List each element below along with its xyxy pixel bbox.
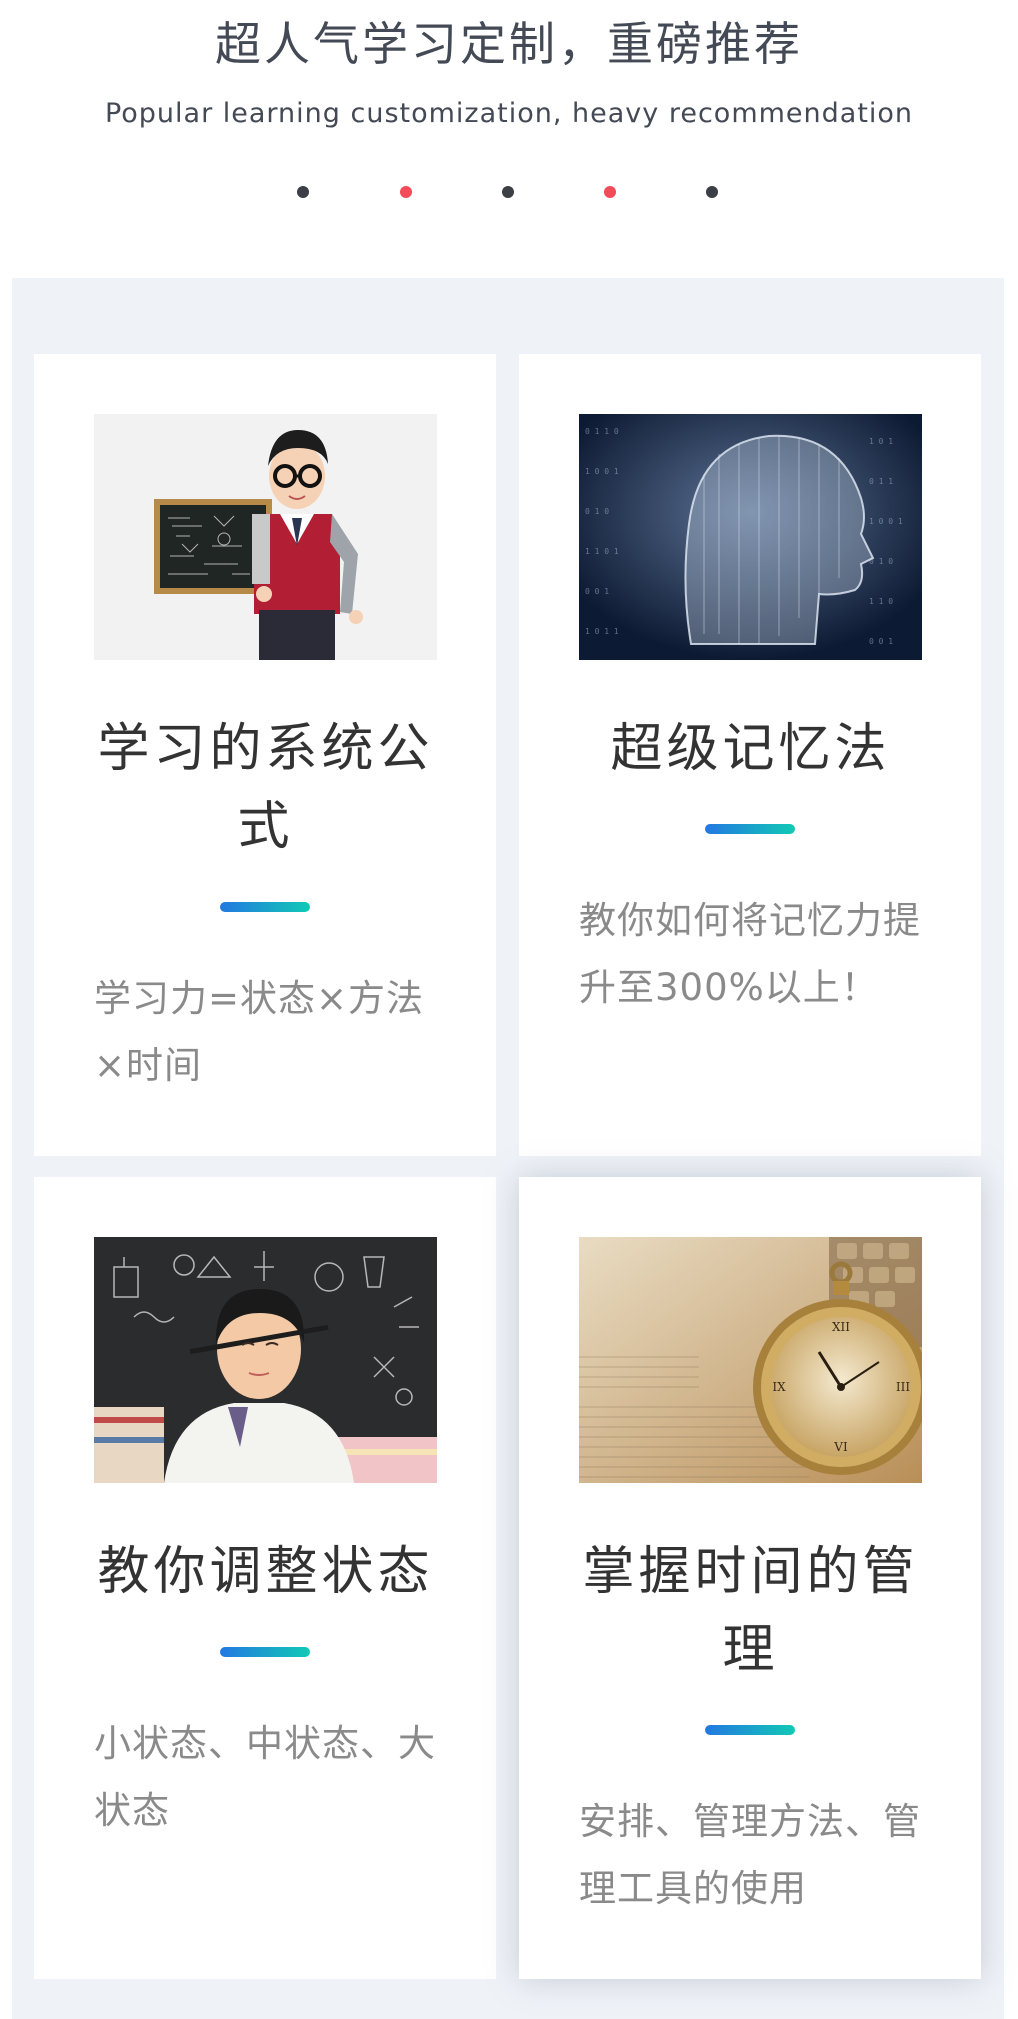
course-image-boy-pencil xyxy=(94,1237,437,1483)
course-image-boy-chalkboard xyxy=(94,414,437,660)
decorative-dots xyxy=(0,186,1018,200)
course-card-adjust-state[interactable]: 教你调整状态 小状态、中状态、大状态 xyxy=(34,1177,496,1979)
svg-text:1 1 0 1: 1 1 0 1 xyxy=(585,547,619,556)
svg-text:1 1 0: 1 1 0 xyxy=(869,597,893,606)
course-grid: 学习的系统公式 学习力=状态×方法×时间 0 1 1 0 1 0 0 1 0 1 0… xyxy=(12,278,1004,2019)
svg-text:VI: VI xyxy=(833,1440,848,1454)
svg-text:0 1 1: 0 1 1 xyxy=(869,477,893,486)
dot-icon xyxy=(502,186,514,198)
course-image-digital-head: 0 1 1 0 1 0 0 1 0 1 0 1 1 0 1 0 0 1 1 0 1 1 … xyxy=(579,414,922,660)
svg-text:0 0 1: 0 0 1 xyxy=(585,587,609,596)
course-image-pocket-watch: XII III VI IX xyxy=(579,1237,922,1483)
section-subtitle: Popular learning customization, heavy re… xyxy=(104,98,914,129)
course-card-time-management[interactable]: XII III VI IX 掌握时间的管理 安排、管理方法、管理工具的使用 xyxy=(519,1177,981,1979)
course-description: 安排、管理方法、管理工具的使用 xyxy=(579,1800,921,1910)
section-title: 超人气学习定制，重磅推荐 xyxy=(215,17,803,71)
dot-icon xyxy=(400,186,412,198)
svg-text:1 0 1 1: 1 0 1 1 xyxy=(585,627,619,636)
svg-text:1 0 0 1: 1 0 0 1 xyxy=(869,517,903,526)
course-title: 超级记忆法 xyxy=(610,719,891,779)
accent-bar xyxy=(220,902,310,912)
course-description: 小状态、中状态、大状态 xyxy=(94,1722,436,1832)
svg-text:0 1 1 0: 0 1 1 0 xyxy=(585,427,619,436)
svg-text:1 0 0 1: 1 0 0 1 xyxy=(585,467,619,476)
svg-text:IX: IX xyxy=(772,1380,786,1394)
accent-bar xyxy=(705,1725,795,1735)
course-title: 掌握时间的管理 xyxy=(582,1542,919,1680)
course-description: 教你如何将记忆力提升至300%以上！ xyxy=(579,899,921,1009)
dot-icon xyxy=(297,186,309,198)
course-card-super-memory[interactable]: 0 1 1 0 1 0 0 1 0 1 0 1 1 0 1 0 0 1 1 0 1 1 … xyxy=(519,354,981,1156)
svg-text:0 1 0: 0 1 0 xyxy=(585,507,609,516)
accent-bar xyxy=(705,824,795,834)
dot-icon xyxy=(604,186,616,198)
svg-text:XII: XII xyxy=(832,1320,850,1334)
accent-bar xyxy=(220,1647,310,1657)
svg-text:III: III xyxy=(896,1380,910,1394)
course-title: 学习的系统公式 xyxy=(97,719,434,857)
course-title: 教你调整状态 xyxy=(97,1542,434,1602)
svg-text:0 0 1: 0 0 1 xyxy=(869,637,893,646)
svg-text:1 0 1: 1 0 1 xyxy=(869,437,893,446)
course-description: 学习力=状态×方法×时间 xyxy=(94,977,425,1087)
dot-icon xyxy=(706,186,718,198)
course-card-system-formula[interactable]: 学习的系统公式 学习力=状态×方法×时间 xyxy=(34,354,496,1156)
